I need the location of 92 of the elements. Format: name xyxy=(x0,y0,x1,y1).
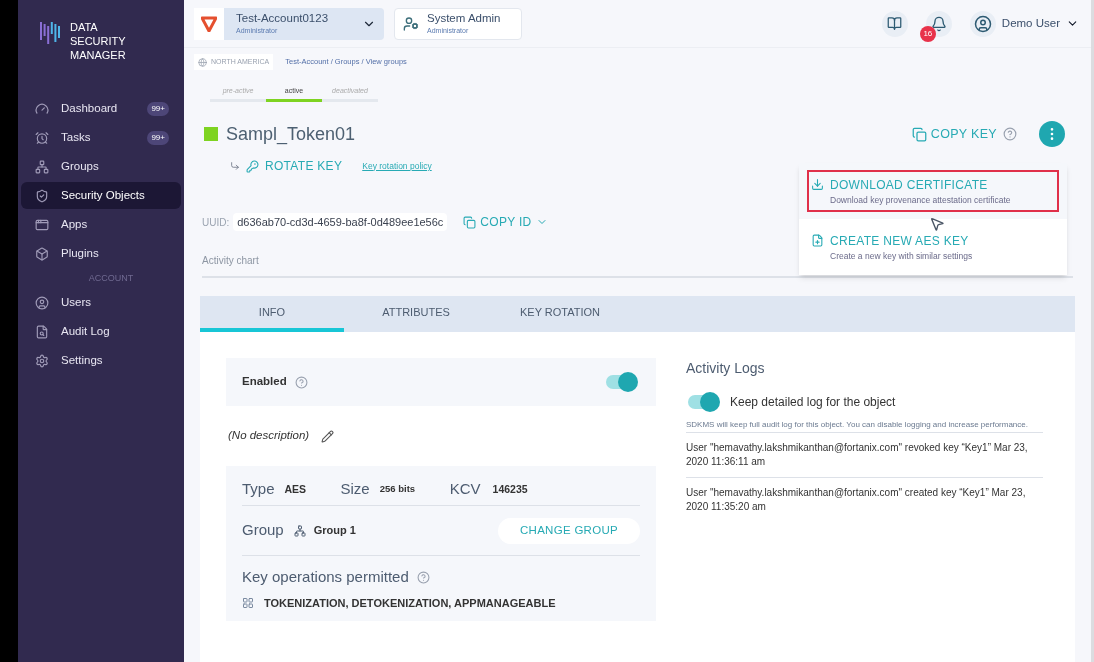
item-label: Plugins xyxy=(61,245,100,261)
item-label: Groups xyxy=(61,158,100,174)
sidebar-item[interactable]: Groups xyxy=(21,153,181,180)
document-icon xyxy=(35,324,49,339)
operations-value: TOKENIZATION, DETOKENIZATION, APPMANAGEABLE xyxy=(264,595,556,611)
sidebar-item[interactable]: Users xyxy=(21,289,181,316)
toggle-switch[interactable] xyxy=(606,375,636,389)
log-entry: User "hemavathy.lakshmikanthan@fortanix.com" revoked key “Key1” Mar 23, 2020 11:36:11 am xyxy=(686,433,1043,478)
menu-item-title: CREATE NEW AES KEY xyxy=(830,232,969,250)
item-label: Audit Log xyxy=(61,323,111,339)
window-icon xyxy=(35,217,49,232)
download-icon xyxy=(811,178,824,192)
sidebar-item[interactable]: Security Objects xyxy=(21,182,181,209)
corner-arrow-icon xyxy=(230,161,240,171)
user-gear-icon xyxy=(403,15,419,32)
menu-item-title: DOWNLOAD CERTIFICATE xyxy=(830,176,988,194)
book-icon xyxy=(887,16,903,31)
item-label: Dashboard xyxy=(61,100,119,116)
uuid-field: d636ab70-cd3d-4659-ba8f-0d489ee1e56c xyxy=(233,213,448,231)
status-square xyxy=(204,127,218,141)
notification-badge: 16 xyxy=(919,25,936,42)
keep-log-label: Keep detailed log for the object xyxy=(730,394,896,411)
docs-button[interactable] xyxy=(881,10,908,37)
activity-logs-title: Activity Logs xyxy=(686,359,766,378)
pencil-icon xyxy=(321,429,335,443)
key-icon xyxy=(246,159,259,173)
group-label: Group xyxy=(242,520,284,541)
tab[interactable]: INFO xyxy=(200,296,344,332)
user-menu[interactable]: Demo User xyxy=(969,10,1079,37)
enabled-label: Enabled xyxy=(242,374,287,390)
size-label: Size xyxy=(340,479,370,500)
object-title: Sampl_Token01 xyxy=(226,122,356,147)
toggle-switch[interactable] xyxy=(688,395,718,409)
hierarchy-icon xyxy=(35,159,49,174)
section-label: ACCOUNT xyxy=(87,272,135,285)
item-label: Settings xyxy=(61,352,104,368)
kcv-value: 146235 xyxy=(492,481,528,497)
kcv-label: KCV xyxy=(449,479,481,500)
shield-icon xyxy=(35,188,49,203)
group-value: Group 1 xyxy=(313,523,356,539)
item-label: Users xyxy=(61,294,93,310)
file-plus-icon xyxy=(811,234,824,248)
help-icon xyxy=(416,570,430,584)
activity-chart-label[interactable]: Activity chart xyxy=(202,252,259,268)
alarm-clock-icon xyxy=(35,130,49,145)
item-label: Security Objects xyxy=(61,187,146,203)
cursor-icon xyxy=(929,216,945,232)
sidebar-item[interactable]: Dashboard 99+ xyxy=(21,95,181,122)
description-text: (No description) xyxy=(228,428,310,444)
log-entry: User "hemavathy.lakshmikanthan@fortanix.com" created key “Key1” Mar 23, 2020 11:35:20 am xyxy=(686,486,1027,514)
hierarchy-icon xyxy=(293,524,306,537)
notifications-button[interactable] xyxy=(925,10,952,37)
globe-icon xyxy=(198,57,207,67)
copy-icon xyxy=(911,126,927,142)
count-badge: 99+ xyxy=(147,101,169,116)
menu-item-description: Download key provenance attestation certificate xyxy=(830,193,1012,207)
tab[interactable]: KEY ROTATION xyxy=(488,296,632,332)
type-value: AES xyxy=(284,481,308,497)
copy-icon xyxy=(463,215,477,229)
menu-item[interactable]: DOWNLOAD CERTIFICATE Download key provenance attestation certificate xyxy=(799,163,1067,219)
bell-icon xyxy=(930,15,947,32)
role-name: System Admin xyxy=(427,13,501,25)
settings-icon xyxy=(35,353,49,368)
logo-icon xyxy=(40,20,62,46)
user-icon xyxy=(35,295,49,310)
size-value: 256 bits xyxy=(379,482,417,497)
sidebar-item[interactable]: Tasks 99+ xyxy=(21,124,181,151)
count-badge: 99+ xyxy=(147,130,169,145)
sidebar-item[interactable]: Plugins xyxy=(21,240,181,267)
sidebar-item[interactable]: Settings xyxy=(21,347,181,374)
more-button[interactable] xyxy=(1039,121,1065,147)
avatar-icon xyxy=(973,14,992,33)
help-icon xyxy=(1003,127,1017,141)
operations-label: Key operations permitted xyxy=(242,567,409,587)
grid-icon xyxy=(242,596,254,609)
type-label: Type xyxy=(242,479,275,500)
account-name: Test-Account0123 xyxy=(236,13,330,25)
menu-item[interactable]: CREATE NEW AES KEY Create a new key with similar settings xyxy=(799,219,1067,275)
help-icon xyxy=(294,375,308,389)
box-icon xyxy=(35,246,49,261)
item-label: Apps xyxy=(61,216,89,232)
uuid-label: UUID: xyxy=(202,215,230,230)
app-title: DATA SECURITY MANAGER xyxy=(70,20,127,62)
sidebar-item[interactable]: Audit Log xyxy=(21,318,181,345)
user-name: Demo User xyxy=(1001,15,1060,31)
menu-item-description: Create a new key with similar settings xyxy=(830,249,974,263)
tab[interactable]: ATTRIBUTES xyxy=(344,296,488,332)
gauge-icon xyxy=(35,101,49,116)
item-label: Tasks xyxy=(61,129,92,145)
brand-icon xyxy=(201,15,217,32)
log-note: SDKMS will keep full audit log for this object. You can disable logging and increase performance. xyxy=(686,419,1043,433)
sidebar-item[interactable]: Apps xyxy=(21,211,181,238)
